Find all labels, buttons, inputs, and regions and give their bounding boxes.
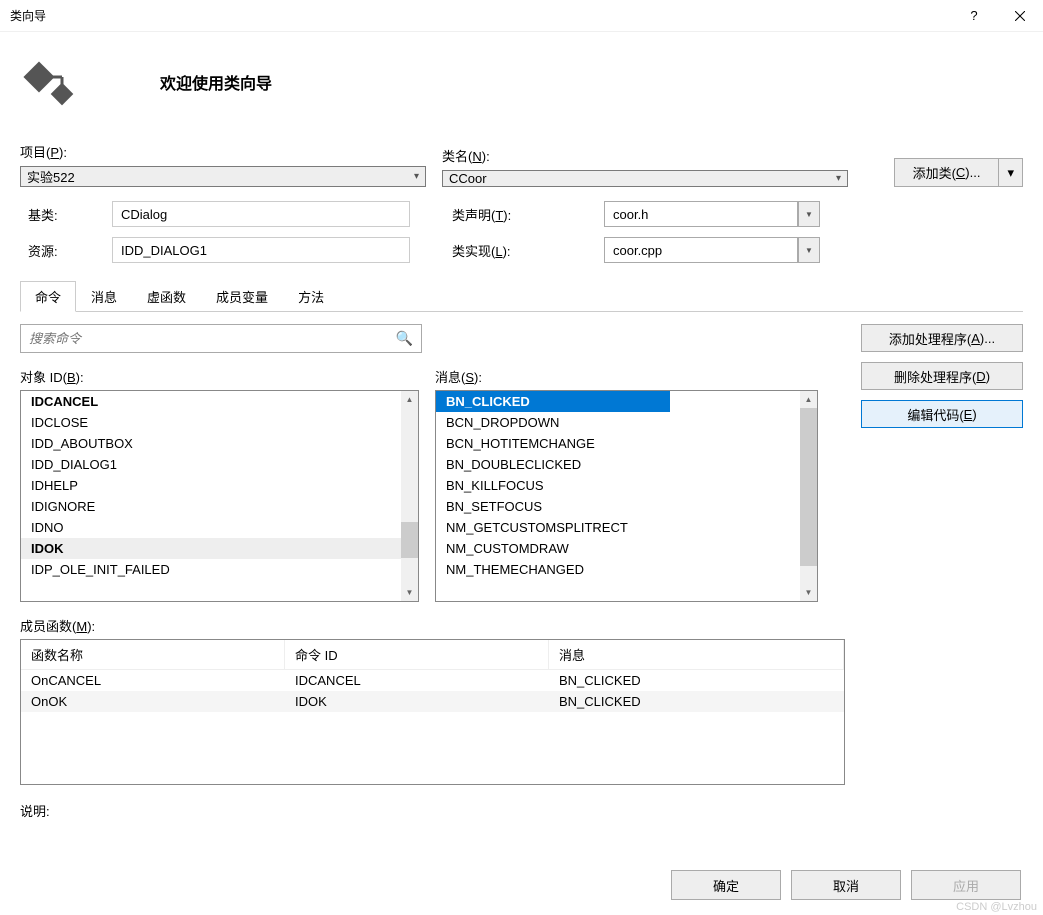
- top-row: 项目(P): 实验522 ▾ 类名(N): CCoor ▾ 添加类(C)... …: [20, 142, 1023, 187]
- scroll-down-icon[interactable]: ▼: [401, 584, 418, 601]
- tab-messages[interactable]: 消息: [76, 281, 132, 312]
- tab-body: 🔍 对象 ID(B): IDCANCELIDCLOSEIDD_ABOUTBOXI…: [20, 311, 1023, 820]
- resource-label: 资源:: [20, 241, 98, 260]
- list-item[interactable]: IDP_OLE_INIT_FAILED: [21, 559, 401, 580]
- classdecl-label: 类声明(T):: [452, 205, 522, 224]
- search-input[interactable]: [29, 331, 396, 346]
- table-header: 函数名称 命令 ID 消息: [21, 640, 844, 670]
- help-button[interactable]: ?: [951, 0, 997, 32]
- scroll-up-icon[interactable]: ▲: [401, 391, 418, 408]
- list-item[interactable]: BN_DOUBLECLICKED: [436, 454, 800, 475]
- classname-label: 类名(N):: [442, 146, 848, 165]
- scrollbar[interactable]: ▲ ▼: [800, 391, 817, 601]
- scroll-up-icon[interactable]: ▲: [800, 391, 817, 408]
- list-item[interactable]: IDNO: [21, 517, 401, 538]
- list-item[interactable]: NM_CUSTOMDRAW: [436, 538, 800, 559]
- classimpl-label: 类实现(L):: [452, 241, 522, 260]
- wizard-icon: [20, 52, 90, 112]
- list-item[interactable]: IDD_ABOUTBOX: [21, 433, 401, 454]
- window-title: 类向导: [10, 7, 951, 24]
- classdecl-field[interactable]: coor.h: [604, 201, 798, 227]
- classimpl-dropdown[interactable]: ▼: [798, 237, 820, 263]
- tab-strip: 命令 消息 虚函数 成员变量 方法: [20, 281, 1023, 312]
- side-buttons: 添加处理程序(A)... 删除处理程序(D) 编辑代码(E): [861, 324, 1023, 820]
- classname-combo[interactable]: CCoor ▾: [442, 170, 848, 187]
- messages-listbox[interactable]: BN_CLICKEDBCN_DROPDOWNBCN_HOTITEMCHANGEB…: [435, 390, 818, 602]
- chevron-down-icon: ▾: [414, 171, 419, 182]
- tab-methods[interactable]: 方法: [283, 281, 339, 312]
- scroll-down-icon[interactable]: ▼: [800, 584, 817, 601]
- dialog-footer: 确定 取消 应用: [0, 861, 1043, 915]
- close-button[interactable]: [997, 0, 1043, 32]
- classdecl-dropdown[interactable]: ▼: [798, 201, 820, 227]
- search-box[interactable]: 🔍: [20, 324, 422, 353]
- titlebar: 类向导 ?: [0, 0, 1043, 32]
- cancel-button[interactable]: 取消: [791, 870, 901, 900]
- th-name[interactable]: 函数名称: [21, 640, 285, 670]
- apply-button[interactable]: 应用: [911, 870, 1021, 900]
- list-item[interactable]: NM_GETCUSTOMSPLITRECT: [436, 517, 800, 538]
- objectid-label: 对象 ID(B):: [20, 367, 419, 386]
- add-handler-button[interactable]: 添加处理程序(A)...: [861, 324, 1023, 352]
- tab-commands[interactable]: 命令: [20, 281, 76, 312]
- baseclass-field: CDialog: [112, 201, 410, 227]
- tab-virtual[interactable]: 虚函数: [132, 281, 201, 312]
- th-cmdid[interactable]: 命令 ID: [285, 640, 549, 670]
- add-class-dropdown[interactable]: ▾: [998, 158, 1023, 187]
- table-row[interactable]: OnCANCELIDCANCELBN_CLICKED: [21, 670, 844, 691]
- list-item[interactable]: BN_KILLFOCUS: [436, 475, 800, 496]
- resource-field: IDD_DIALOG1: [112, 237, 410, 263]
- objectid-listbox[interactable]: IDCANCELIDCLOSEIDD_ABOUTBOXIDD_DIALOG1ID…: [20, 390, 419, 602]
- content-area: 项目(P): 实验522 ▾ 类名(N): CCoor ▾ 添加类(C)... …: [0, 142, 1043, 861]
- project-combo[interactable]: 实验522 ▾: [20, 166, 426, 187]
- list-item[interactable]: BN_CLICKED: [436, 391, 670, 412]
- class-wizard-dialog: 类向导 ? 欢迎使用类向导 项目(P): 实验522 ▾: [0, 0, 1043, 915]
- list-item[interactable]: IDD_DIALOG1: [21, 454, 401, 475]
- classimpl-field[interactable]: coor.cpp: [604, 237, 798, 263]
- project-label: 项目(P):: [20, 142, 426, 161]
- table-row[interactable]: OnOKIDOKBN_CLICKED: [21, 691, 844, 712]
- list-item[interactable]: IDCANCEL: [21, 391, 401, 412]
- close-icon: [1015, 11, 1025, 21]
- description-label: 说明:: [20, 801, 845, 820]
- messages-label: 消息(S):: [435, 367, 818, 386]
- tab-membervars[interactable]: 成员变量: [201, 281, 283, 312]
- scrollbar[interactable]: ▲ ▼: [401, 391, 418, 601]
- list-item[interactable]: BN_SETFOCUS: [436, 496, 800, 517]
- edit-code-button[interactable]: 编辑代码(E): [861, 400, 1023, 428]
- wizard-header: 欢迎使用类向导: [0, 32, 1043, 142]
- delete-handler-button[interactable]: 删除处理程序(D): [861, 362, 1023, 390]
- th-msg[interactable]: 消息: [549, 640, 844, 670]
- chevron-down-icon: ▾: [836, 173, 841, 184]
- wizard-title: 欢迎使用类向导: [160, 70, 272, 94]
- list-item[interactable]: BCN_HOTITEMCHANGE: [436, 433, 800, 454]
- add-class-button[interactable]: 添加类(C)...: [894, 158, 999, 187]
- list-item[interactable]: IDHELP: [21, 475, 401, 496]
- search-icon: 🔍: [396, 330, 413, 347]
- list-item[interactable]: BCN_DROPDOWN: [436, 412, 800, 433]
- watermark: CSDN @Lvzhou: [956, 901, 1037, 913]
- member-table[interactable]: 函数名称 命令 ID 消息 OnCANCELIDCANCELBN_CLICKED…: [20, 639, 845, 785]
- ok-button[interactable]: 确定: [671, 870, 781, 900]
- list-item[interactable]: IDCLOSE: [21, 412, 401, 433]
- list-item[interactable]: IDOK: [21, 538, 401, 559]
- baseclass-label: 基类:: [20, 205, 98, 224]
- list-item[interactable]: NM_THEMECHANGED: [436, 559, 800, 580]
- list-item[interactable]: IDIGNORE: [21, 496, 401, 517]
- member-label: 成员函数(M):: [20, 616, 845, 635]
